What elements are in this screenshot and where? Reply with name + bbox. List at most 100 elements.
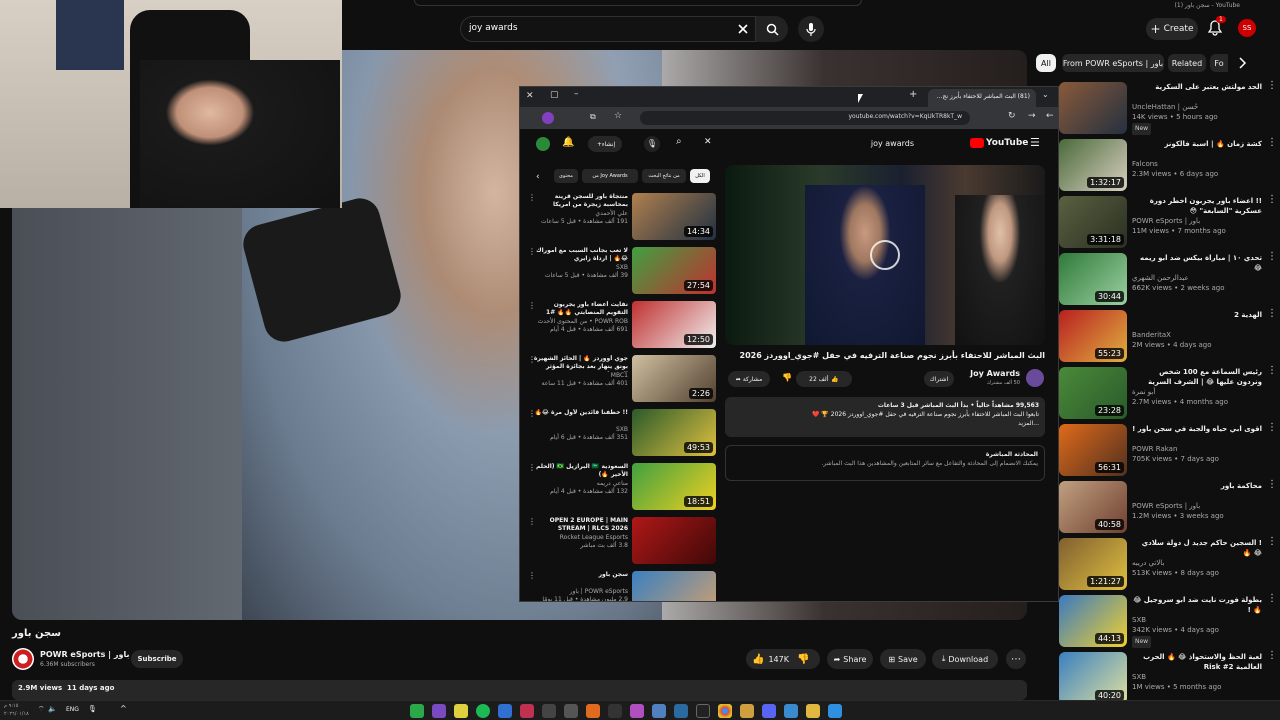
recommendation-title[interactable]: بطولة فورت نايت ضد ابو سروجيل 😂 🔥 !: [1132, 595, 1262, 615]
popup-search-input[interactable]: joy awards: [720, 139, 914, 148]
popup-notifications-icon[interactable]: 🔔: [562, 137, 574, 148]
popup-profile-icon[interactable]: [542, 112, 554, 124]
popup-more-options-icon[interactable]: ⋮: [528, 571, 536, 580]
recommendation-item[interactable]: 1:21:27 ! السجين حاكم جديد ل دولة سلادي 😂…: [1059, 537, 1277, 590]
popup-description-box[interactable]: 99,563 مشاهداً حالياً • بدأ البث المباشر…: [725, 397, 1045, 437]
popup-recommendation-thumbnail[interactable]: 18:51: [632, 463, 716, 510]
app-icon-1[interactable]: [410, 704, 424, 718]
voice-search-button[interactable]: [798, 16, 824, 42]
recommendation-title[interactable]: اقوى ابي حياه والجبة في سجن باور !: [1132, 424, 1262, 444]
dislike-icon[interactable]: 👎: [797, 654, 809, 665]
language-indicator[interactable]: ENG: [66, 706, 79, 713]
discord-icon[interactable]: [762, 704, 776, 718]
popup-more-options-icon[interactable]: ⋮: [528, 193, 536, 202]
popup-recommendation-thumbnail[interactable]: 27:54: [632, 247, 716, 294]
channel-name[interactable]: POWR eSports | باور: [40, 650, 129, 659]
app-icon-7[interactable]: [542, 704, 556, 718]
popup-recommendation-title[interactable]: السعودية 🇸🇦 البرازيل 🇧🇷 (الحلم الأخير 🔥): [532, 463, 628, 480]
spotify-icon[interactable]: [476, 704, 490, 718]
recommendation-title[interactable]: كشة زمان 🔥 | اسبة فالكونز: [1132, 139, 1262, 159]
recommendation-thumbnail[interactable]: 56:31: [1059, 424, 1127, 476]
more-options-icon[interactable]: ⋮: [1267, 537, 1277, 554]
popup-reload-icon[interactable]: ↻: [1008, 111, 1016, 121]
popup-recommendation-title[interactable]: جوي أووردز 🔥 | الحائز الشهيرة بونق ينهار…: [532, 355, 628, 372]
more-options-icon[interactable]: ⋮: [1267, 423, 1277, 440]
popup-recommendation-channel[interactable]: POWR eSports | باور: [532, 588, 628, 596]
download-button[interactable]: ⤓ Download: [932, 649, 998, 669]
popup-extensions-icon[interactable]: ⧉: [590, 112, 596, 122]
browser-tab-title[interactable]: YouTube - سجن باور (1): [1100, 2, 1240, 9]
popup-recommendation-item[interactable]: 18:51 السعودية 🇸🇦 البرازيل 🇧🇷 (الحلم الأخ…: [528, 463, 716, 511]
popup-recommendation-thumbnail[interactable]: [632, 517, 716, 564]
chips-next-icon[interactable]: [1236, 56, 1248, 70]
app-icon-12[interactable]: [652, 704, 666, 718]
recommendation-item[interactable]: 55:23 الهدية 2 BanderitaX 2M views • 4 days…: [1059, 309, 1277, 362]
popup-recommendation-channel[interactable]: MBC1: [532, 372, 628, 380]
popup-recommendation-item[interactable]: 49:53 !! خطفنا قائدين لأول مرة 😂🔥 SXB 351 أ…: [528, 409, 716, 457]
more-options-icon[interactable]: ⋮: [1267, 366, 1277, 383]
search-box[interactable]: joy awards: [460, 16, 756, 42]
popup-recommendation-title[interactable]: منتجاة باور للسجن قرينة بمحاسبة زيجرة من…: [532, 193, 628, 210]
app-icon-13[interactable]: [674, 704, 688, 718]
recommendation-item[interactable]: 30:44 تحدي ١٠ | مباراة بيكس ضد ابو ريمه 😂…: [1059, 252, 1277, 305]
recommendation-thumbnail[interactable]: 55:23: [1059, 310, 1127, 362]
popup-recommendation-item[interactable]: 2:26 جوي أووردز 🔥 | الحائز الشهيرة بونق ي…: [528, 355, 716, 403]
folder-icon[interactable]: [806, 704, 820, 718]
popup-new-tab-icon[interactable]: +: [909, 89, 917, 100]
popup-avatar[interactable]: [536, 137, 550, 151]
recommendation-channel[interactable]: BanderitaX: [1132, 330, 1262, 340]
wifi-icon[interactable]: ⌔: [38, 705, 45, 714]
more-options-icon[interactable]: ⋮: [1267, 480, 1277, 497]
popup-search-icon[interactable]: ⌕: [676, 136, 682, 147]
popup-chip-channel[interactable]: من Joy Awards: [582, 169, 638, 183]
recommendation-thumbnail[interactable]: 44:13: [1059, 595, 1127, 647]
app-icon-3[interactable]: [454, 704, 468, 718]
popup-more-options-icon[interactable]: ⋮: [528, 409, 536, 418]
popup-tab[interactable]: (81) البث المباشر للاحتفاء بأبرز نج...: [928, 89, 1036, 107]
popup-subscribe-button[interactable]: اشتراك: [924, 371, 954, 387]
share-button[interactable]: ➦ Share: [827, 649, 873, 669]
chip-related[interactable]: Related: [1168, 54, 1206, 72]
popup-recommendation-channel[interactable]: علي الأحمدي: [532, 210, 628, 218]
popup-recommendation-title[interactable]: سجن باور: [532, 571, 628, 588]
popup-recommendation-title[interactable]: نفايت أعضاء باور يجربون التقويم المنصابت…: [532, 301, 628, 318]
popup-minimize-icon[interactable]: –: [574, 89, 579, 99]
recommendation-channel[interactable]: POWR eSports | باور: [1132, 216, 1262, 226]
account-avatar[interactable]: SS: [1238, 19, 1256, 37]
popup-recommendation-item[interactable]: 27:54 لا تغب بجانب السبب مع أموراك 😂🔥 | ا…: [528, 247, 716, 295]
recommendation-channel[interactable]: SXB: [1132, 615, 1262, 625]
popup-address-field[interactable]: youtube.com/watch?v=KqUkTR8kT_w: [640, 111, 970, 125]
popup-dislike-icon[interactable]: 👎: [782, 373, 792, 382]
popup-mic-icon[interactable]: 🎙: [644, 136, 660, 152]
more-options-icon[interactable]: ⋮: [1267, 651, 1277, 668]
recommendation-channel[interactable]: Falcons: [1132, 159, 1262, 169]
popup-recommendation-thumbnail[interactable]: [632, 571, 716, 601]
windows-start-icon[interactable]: [828, 704, 842, 718]
popup-recommendation-title[interactable]: OPEN 2 EUROPE | MAIN STREAM | RLCS 2026: [532, 517, 628, 534]
recommendation-title[interactable]: لعبة الحظ والاستحواذ 😂 🔥 الحرب العالمية …: [1132, 652, 1262, 672]
save-button[interactable]: ⊞ Save: [880, 649, 926, 669]
popup-more-options-icon[interactable]: ⋮: [528, 517, 536, 526]
popup-recommendation-thumbnail[interactable]: 14:34: [632, 193, 716, 240]
chip-from-channel[interactable]: From POWR eSports | باور: [1062, 54, 1164, 72]
popup-menu-icon[interactable]: ☰: [1030, 136, 1040, 149]
popup-like-group[interactable]: 22 ألف 👍: [796, 371, 852, 387]
more-options-icon[interactable]: ⋮: [1267, 138, 1277, 155]
popup-recommendation-thumbnail[interactable]: 2:26: [632, 355, 716, 402]
app-icon-16[interactable]: [740, 704, 754, 718]
recommendation-channel[interactable]: عبدالرحمن الشهري: [1132, 273, 1262, 283]
popup-create-button[interactable]: + إنشاء: [588, 136, 622, 152]
clock[interactable]: ٩:١٥ م ٢٠٢٦/٠١/١٨: [4, 702, 29, 718]
popup-more-options-icon[interactable]: ⋮: [528, 247, 536, 256]
recommendation-thumbnail[interactable]: 40:20: [1059, 652, 1127, 704]
app-icon-9[interactable]: [586, 704, 600, 718]
recommendation-thumbnail[interactable]: 1:21:27: [1059, 538, 1127, 590]
popup-forward-icon[interactable]: →: [1028, 111, 1036, 121]
recommendation-channel[interactable]: بالاتي دريبه: [1132, 558, 1262, 568]
search-button[interactable]: [756, 16, 788, 42]
popup-recommendation-channel[interactable]: SXB: [532, 426, 628, 434]
popup-youtube-logo[interactable]: YouTube: [970, 138, 1028, 148]
popup-recommendation-item[interactable]: OPEN 2 EUROPE | MAIN STREAM | RLCS 2026 R…: [528, 517, 716, 565]
like-icon[interactable]: 👍: [752, 654, 764, 665]
popup-recommendation-title[interactable]: !! خطفنا قائدين لأول مرة 😂🔥: [532, 409, 628, 426]
